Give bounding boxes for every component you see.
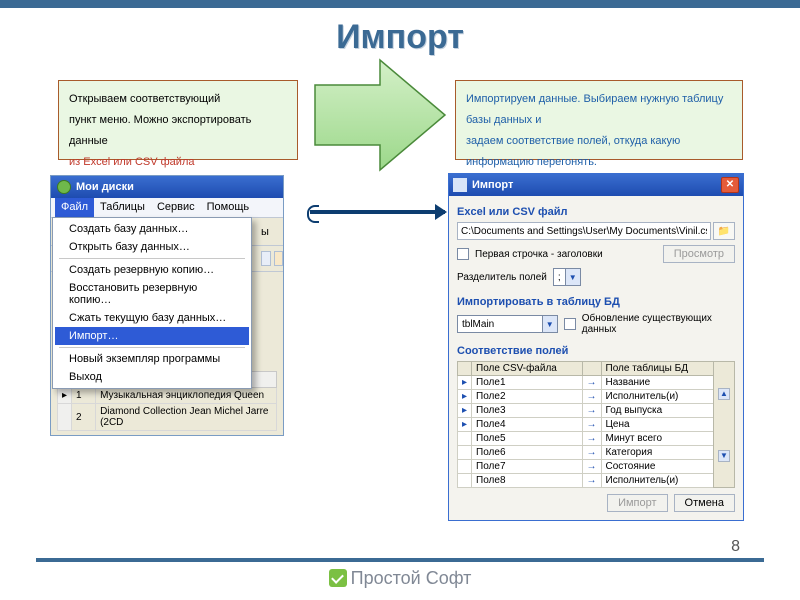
map-row[interactable]: Поле7→Состояние [458, 460, 735, 474]
import-dialog: Импорт ✕ Excel или CSV файл 📁 Первая стр… [448, 173, 744, 521]
menu-item-exit[interactable]: Выход [55, 368, 249, 386]
note-right: Импортируем данные. Выбираем нужную табл… [455, 80, 743, 160]
note-left-line3: из Excel или CSV файла [69, 152, 287, 173]
toolbar-icon[interactable] [274, 251, 284, 266]
app-icon [57, 180, 71, 194]
footer-logo: Простой Софт [0, 568, 800, 589]
map-row[interactable]: Поле5→Минут всего [458, 432, 735, 446]
chevron-down-icon: ▼ [542, 316, 557, 332]
browse-button[interactable]: 📁 [713, 222, 735, 240]
map-row[interactable]: ▸Поле3→Год выпуска [458, 404, 735, 418]
update-checkbox[interactable] [564, 318, 576, 330]
menu-service[interactable]: Сервис [151, 198, 201, 217]
map-row[interactable]: Поле8→Исполнитель(и) [458, 474, 735, 488]
page-number: 8 [731, 538, 740, 556]
menu-item-compact[interactable]: Сжать текущую базу данных… [55, 309, 249, 327]
delimiter-label: Разделитель полей [457, 272, 547, 283]
menu-tables[interactable]: Таблицы [94, 198, 151, 217]
menu-help[interactable]: Помощь [201, 198, 256, 217]
import-dialog-titlebar: Импорт ✕ [449, 174, 743, 196]
delimiter-combo[interactable]: ;▼ [553, 268, 581, 286]
map-header-csv[interactable]: Поле CSV-файла [472, 362, 582, 376]
first-row-label: Первая строчка - заголовки [475, 249, 603, 260]
arrow-green-icon [310, 55, 450, 175]
menubar[interactable]: Файл Таблицы Сервис Помощь [51, 198, 283, 218]
toolbar-fragment: ы [261, 226, 269, 238]
note-right-line1: Импортируем данные. Выбираем нужную табл… [466, 89, 732, 131]
menu-file[interactable]: Файл [55, 198, 94, 217]
import-button[interactable]: Импорт [607, 494, 667, 512]
slide-top-bar [0, 0, 800, 8]
note-left-line1: Открываем соответствующий [69, 89, 287, 110]
map-row[interactable]: Поле6→Категория [458, 446, 735, 460]
menu-item-import[interactable]: Импорт… [55, 327, 249, 345]
table-row[interactable]: ▸ 1 Музыкальная энциклопедия Queen [58, 388, 277, 404]
chevron-down-icon: ▼ [565, 269, 580, 285]
menu-item-open-db[interactable]: Открыть базу данных… [55, 238, 249, 256]
left-window-title: Мои диски [76, 181, 134, 193]
dialog-icon [453, 178, 467, 192]
mapping-table[interactable]: Поле CSV-файла Поле таблицы БД ▲ ▼ ▸Поле… [457, 361, 735, 488]
footer-divider [36, 558, 764, 562]
table-combo[interactable]: tblMain▼ [457, 315, 558, 333]
table-row[interactable]: 2 Diamond Collection Jean Michel Jarre (… [58, 404, 277, 431]
menu-item-new-db[interactable]: Создать базу данных… [55, 220, 249, 238]
file-menu-dropdown[interactable]: Создать базу данных… Открыть базу данных… [52, 217, 252, 389]
first-row-checkbox[interactable] [457, 248, 469, 260]
menu-item-backup[interactable]: Создать резервную копию… [55, 261, 249, 279]
check-icon [329, 569, 347, 587]
map-header-db[interactable]: Поле таблицы БД [601, 362, 714, 376]
cancel-button[interactable]: Отмена [674, 494, 735, 512]
section-mapping: Соответствие полей [457, 345, 735, 357]
note-right-line2: задаем соответствие полей, откуда какую … [466, 131, 732, 173]
dialog-title: Импорт [472, 179, 513, 191]
menu-item-new-instance[interactable]: Новый экземпляр программы [55, 350, 249, 368]
preview-button[interactable]: Просмотр [663, 245, 735, 263]
map-row[interactable]: ▸Поле2→Исполнитель(и) [458, 390, 735, 404]
slide-title: Импорт [0, 18, 800, 57]
map-row[interactable]: ▸Поле4→Цена [458, 418, 735, 432]
menu-item-restore[interactable]: Восстановить резервную копию… [55, 279, 249, 309]
note-left: Открываем соответствующий пункт меню. Мо… [58, 80, 298, 160]
toolbar-icon[interactable] [261, 251, 271, 266]
map-row[interactable]: ▸Поле1→Название [458, 376, 735, 390]
section-table: Импортировать в таблицу БД [457, 296, 735, 308]
section-file: Excel или CSV файл [457, 206, 735, 218]
arrow-blue-icon [310, 210, 445, 214]
file-path-input[interactable] [457, 222, 711, 240]
note-left-line2: пункт меню. Можно экспортировать данные [69, 110, 287, 152]
update-label: Обновление существующих данных [582, 313, 735, 335]
scrollbar[interactable]: ▲ ▼ [714, 362, 735, 488]
close-button[interactable]: ✕ [721, 177, 739, 193]
left-window-titlebar: Мои диски [51, 176, 283, 198]
